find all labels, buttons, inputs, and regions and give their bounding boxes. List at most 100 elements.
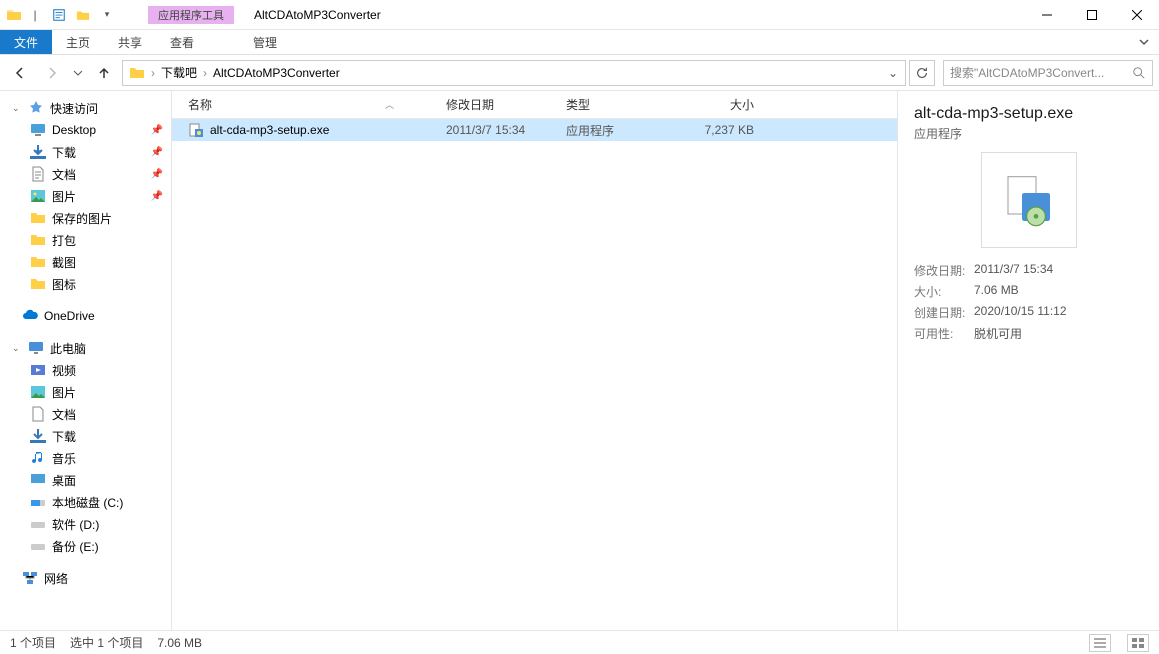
sidebar-item-downloads[interactable]: 下载 — [0, 425, 171, 447]
sidebar-item-pictures[interactable]: 图片📌 — [0, 185, 171, 207]
file-list[interactable]: alt-cda-mp3-setup.exe 2011/3/7 15:34 应用程… — [172, 119, 897, 630]
tab-manage[interactable]: 管理 — [226, 30, 304, 54]
navigation-pane[interactable]: ⌄ 快速访问 Desktop📌 下载📌 文档📌 图片📌 保存的图片 打包 截图 … — [0, 91, 172, 630]
pin-icon: 📌 — [151, 191, 163, 202]
qat-newfolder-button[interactable] — [72, 4, 94, 26]
folder-icon — [30, 254, 46, 270]
ribbon-tabs: 文件 主页 共享 查看 管理 — [0, 30, 1159, 55]
sidebar-quickaccess[interactable]: ⌄ 快速访问 — [0, 97, 171, 119]
status-item-count: 1 个项目 — [10, 634, 56, 651]
column-type[interactable]: 类型 — [560, 96, 680, 113]
status-selected-size: 7.06 MB — [157, 636, 202, 650]
prop-key: 修改日期: — [914, 262, 974, 279]
details-filetype: 应用程序 — [914, 125, 1143, 142]
tab-view[interactable]: 查看 — [156, 30, 208, 54]
sidebar-item-drive-d[interactable]: 软件 (D:) — [0, 513, 171, 535]
drive-icon — [30, 538, 46, 554]
recent-dropdown[interactable] — [70, 59, 86, 87]
forward-button[interactable] — [38, 59, 66, 87]
folder-icon — [30, 276, 46, 292]
details-filename: alt-cda-mp3-setup.exe — [914, 105, 1143, 123]
sidebar-item-music[interactable]: 音乐 — [0, 447, 171, 469]
minimize-button[interactable] — [1024, 0, 1069, 29]
tab-share[interactable]: 共享 — [104, 30, 156, 54]
sidebar-item-downloads[interactable]: 下载📌 — [0, 141, 171, 163]
computer-icon — [28, 340, 44, 356]
download-icon — [30, 428, 46, 444]
status-bar: 1 个项目 选中 1 个项目 7.06 MB — [0, 630, 1159, 654]
sidebar-item-desktop[interactable]: 桌面 — [0, 469, 171, 491]
status-selected-count: 选中 1 个项目 — [70, 634, 143, 651]
breadcrumb-item[interactable]: AltCDAtoMP3Converter — [209, 61, 344, 85]
refresh-button[interactable] — [909, 60, 935, 86]
collapse-icon[interactable]: ⌄ — [12, 343, 22, 354]
picture-icon — [30, 188, 46, 204]
search-icon[interactable] — [1132, 66, 1146, 80]
sidebar-item-folder[interactable]: 截图 — [0, 251, 171, 273]
details-thumbnail — [981, 152, 1077, 248]
sidebar-item-folder[interactable]: 保存的图片 — [0, 207, 171, 229]
desktop-icon — [30, 472, 46, 488]
file-type: 应用程序 — [560, 122, 680, 139]
pin-icon: 📌 — [151, 169, 163, 180]
installer-icon — [188, 122, 204, 138]
folder-icon — [30, 210, 46, 226]
ribbon-expand-button[interactable] — [1129, 30, 1159, 54]
view-largeicons-button[interactable] — [1127, 634, 1149, 652]
sidebar-thispc[interactable]: ⌄此电脑 — [0, 337, 171, 359]
back-button[interactable] — [6, 59, 34, 87]
tab-file[interactable]: 文件 — [0, 30, 52, 54]
column-date[interactable]: 修改日期 — [440, 96, 560, 113]
sidebar-item-drive-c[interactable]: 本地磁盘 (C:) — [0, 491, 171, 513]
cloud-icon — [22, 308, 38, 324]
view-details-button[interactable] — [1089, 634, 1111, 652]
star-icon — [28, 100, 44, 116]
search-box[interactable] — [943, 60, 1153, 86]
qat-dropdown-button[interactable]: ▾ — [96, 4, 118, 26]
column-name[interactable]: 名称︿ — [182, 96, 440, 113]
file-list-pane: 名称︿ 修改日期 类型 大小 alt-cda-mp3-setup.exe 201… — [172, 91, 897, 630]
sidebar-item-pictures[interactable]: 图片 — [0, 381, 171, 403]
address-dropdown-button[interactable]: ⌄ — [883, 66, 903, 80]
sidebar-item-drive-e[interactable]: 备份 (E:) — [0, 535, 171, 557]
address-bar[interactable]: › 下载吧 › AltCDAtoMP3Converter ⌄ — [122, 60, 906, 86]
prop-value: 7.06 MB — [974, 283, 1143, 300]
document-icon — [30, 166, 46, 182]
window-title: AltCDAtoMP3Converter — [254, 8, 381, 22]
tab-home[interactable]: 主页 — [52, 30, 104, 54]
sidebar-item-folder[interactable]: 图标 — [0, 273, 171, 295]
prop-value: 脱机可用 — [974, 325, 1143, 342]
pin-icon: 📌 — [151, 125, 163, 136]
column-size[interactable]: 大小 — [680, 96, 760, 113]
contextual-tab-label: 应用程序工具 — [148, 6, 234, 24]
search-input[interactable] — [950, 66, 1132, 80]
sidebar-item-videos[interactable]: 视频 — [0, 359, 171, 381]
sidebar-item-documents[interactable]: 文档📌 — [0, 163, 171, 185]
maximize-button[interactable] — [1069, 0, 1114, 29]
drive-icon — [30, 516, 46, 532]
file-size: 7,237 KB — [680, 123, 760, 137]
title-bar: | ▾ 应用程序工具 AltCDAtoMP3Converter — [0, 0, 1159, 30]
chevron-right-icon[interactable]: › — [201, 66, 209, 80]
sidebar-item-desktop[interactable]: Desktop📌 — [0, 119, 171, 141]
breadcrumb-item[interactable]: 下载吧 — [157, 61, 201, 85]
prop-key: 创建日期: — [914, 304, 974, 321]
sidebar-item-documents[interactable]: 文档 — [0, 403, 171, 425]
close-button[interactable] — [1114, 0, 1159, 29]
picture-icon — [30, 384, 46, 400]
folder-icon — [30, 232, 46, 248]
file-name: alt-cda-mp3-setup.exe — [210, 123, 329, 137]
app-icon — [6, 7, 22, 23]
pin-icon: 📌 — [151, 147, 163, 158]
video-icon — [30, 362, 46, 378]
sidebar-onedrive[interactable]: OneDrive — [0, 305, 171, 327]
chevron-right-icon[interactable]: › — [149, 66, 157, 80]
file-row[interactable]: alt-cda-mp3-setup.exe 2011/3/7 15:34 应用程… — [172, 119, 897, 141]
collapse-icon[interactable]: ⌄ — [12, 103, 22, 114]
up-button[interactable] — [90, 59, 118, 87]
music-icon — [30, 450, 46, 466]
sidebar-network[interactable]: 网络 — [0, 567, 171, 589]
qat-properties-button[interactable] — [48, 4, 70, 26]
prop-value: 2011/3/7 15:34 — [974, 262, 1143, 279]
sidebar-item-folder[interactable]: 打包 — [0, 229, 171, 251]
